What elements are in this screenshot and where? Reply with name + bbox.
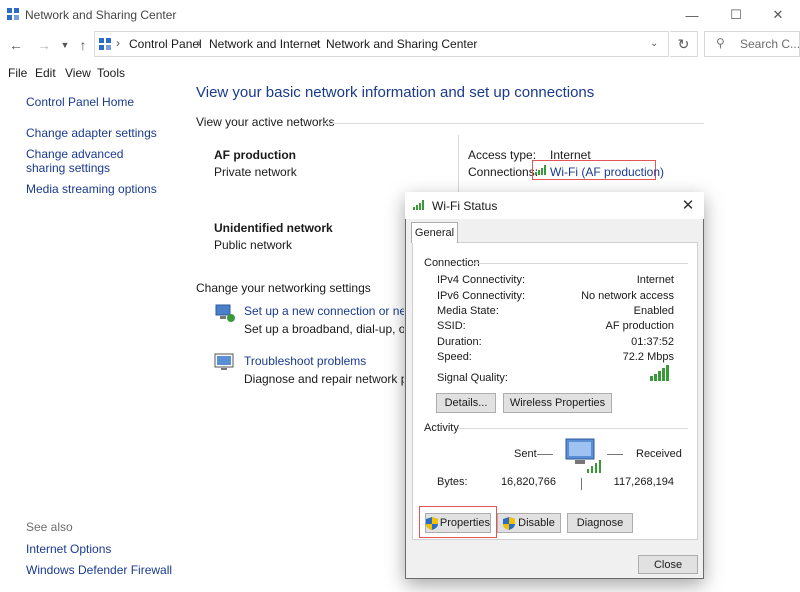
properties-button-label: Properties: [439, 517, 490, 529]
wifi-connection-link[interactable]: Wi-Fi (AF production): [550, 165, 664, 179]
sidebar-link-advanced-sharing[interactable]: Change advanced sharing settings: [26, 147, 161, 175]
chevron-down-icon: ▼: [60, 40, 70, 50]
sidebar-link-adapter-settings[interactable]: Change adapter settings: [26, 126, 157, 140]
ipv4-value: Internet: [636, 274, 674, 286]
general-tab-panel: [412, 242, 698, 540]
shield-icon: [426, 516, 438, 530]
bytes-sent-value: 16,820,766: [500, 476, 556, 488]
breadcrumb-separator: ›: [197, 36, 201, 50]
network-center-icon: [7, 8, 19, 20]
minimize-icon: —: [685, 7, 699, 23]
speed-value: 72.2 Mbps: [622, 351, 674, 363]
breadcrumb-separator: ›: [116, 36, 120, 50]
forward-button[interactable]: →: [34, 35, 54, 55]
access-type-label: Access type:: [468, 148, 537, 162]
menu-view[interactable]: View: [65, 66, 91, 80]
breadcrumb-control-panel[interactable]: Control Panel: [129, 37, 202, 51]
media-state-label: Media State:: [437, 305, 499, 317]
sent-label: Sent: [514, 448, 537, 460]
signal-quality-label: Signal Quality:: [437, 372, 508, 384]
sidebar-link-firewall[interactable]: Windows Defender Firewall: [26, 563, 172, 577]
network-computer-icon: [565, 438, 601, 473]
close-window-button[interactable]: ✕: [756, 0, 800, 30]
wireless-properties-button[interactable]: Wireless Properties: [503, 393, 612, 413]
close-icon: ✕: [681, 197, 695, 214]
up-arrow-icon: ↑: [79, 37, 87, 53]
breadcrumb-sharing-center[interactable]: Network and Sharing Center: [326, 37, 477, 51]
refresh-button[interactable]: ↻: [670, 31, 698, 57]
duration-value: 01:37:52: [631, 336, 674, 348]
dialog-close-button[interactable]: ✕: [678, 196, 698, 214]
see-also-label: See also: [26, 520, 73, 534]
signal-bars-icon: [650, 365, 669, 381]
divider: [472, 263, 688, 264]
disable-button-label: Disable: [518, 517, 555, 529]
search-icon: ⚲: [716, 36, 725, 50]
divider: [607, 454, 623, 455]
search-placeholder: Search C...: [740, 37, 800, 51]
menu-edit[interactable]: Edit: [35, 66, 56, 80]
active-networks-label: View your active networks: [196, 115, 335, 129]
page-title: View your basic network information and …: [196, 84, 595, 101]
breadcrumb-separator: ›: [314, 36, 318, 50]
tab-general[interactable]: General: [411, 222, 458, 243]
network-name: AF production: [214, 148, 296, 162]
control-panel-icon: [99, 38, 111, 50]
window-title: Network and Sharing Center: [25, 8, 177, 22]
media-state-value: Enabled: [633, 305, 674, 317]
connections-label: Connections:: [468, 165, 539, 179]
details-button[interactable]: Details...: [436, 393, 496, 413]
menu-file[interactable]: File: [8, 66, 27, 80]
ipv6-label: IPv6 Connectivity:: [437, 290, 526, 302]
ipv6-value: No network access: [581, 290, 674, 302]
wifi-signal-icon: [413, 200, 424, 210]
back-button[interactable]: ←: [6, 35, 26, 55]
forward-arrow-icon: →: [37, 37, 51, 53]
sidebar-link-control-panel-home[interactable]: Control Panel Home: [26, 95, 134, 109]
task-setup-connection-link[interactable]: Set up a new connection or network: [244, 304, 404, 318]
speed-label: Speed:: [437, 351, 472, 363]
troubleshoot-icon: [214, 353, 234, 370]
close-button[interactable]: Close: [638, 555, 698, 574]
change-settings-label: Change your networking settings: [196, 281, 371, 295]
maximize-button[interactable]: ☐: [714, 0, 758, 30]
ssid-value: AF production: [605, 320, 674, 332]
network-type: Private network: [214, 165, 297, 179]
refresh-icon: ↻: [677, 35, 690, 52]
ipv4-label: IPv4 Connectivity:: [437, 274, 526, 286]
duration-label: Duration:: [437, 336, 482, 348]
task-setup-connection-desc: Set up a broadband, dial-up, or VPN: [244, 322, 404, 336]
diagnose-button[interactable]: Diagnose: [567, 513, 633, 533]
dialog-title: Wi-Fi Status: [432, 199, 498, 213]
wifi-signal-icon: [535, 165, 546, 175]
task-troubleshoot-link[interactable]: Troubleshoot problems: [244, 354, 366, 368]
back-arrow-icon: ←: [9, 37, 23, 53]
menu-tools[interactable]: Tools: [97, 66, 125, 80]
divider: [322, 123, 704, 124]
shield-icon: [503, 516, 516, 530]
activity-group-label: Activity: [424, 422, 459, 434]
sidebar-link-internet-options[interactable]: Internet Options: [26, 542, 111, 556]
properties-button[interactable]: Properties: [425, 513, 491, 533]
address-dropdown-icon[interactable]: ⌄: [650, 38, 658, 49]
network-type: Public network: [214, 238, 293, 252]
divider: [537, 454, 553, 455]
bytes-label: Bytes:: [437, 476, 468, 488]
recent-locations-button[interactable]: ▼: [58, 35, 72, 55]
received-label: Received: [636, 448, 682, 460]
sidebar-link-media-streaming[interactable]: Media streaming options: [26, 182, 157, 196]
up-button[interactable]: ↑: [74, 35, 92, 55]
ssid-label: SSID:: [437, 320, 466, 332]
new-connection-icon: [215, 304, 235, 322]
divider: [458, 428, 688, 429]
network-name: Unidentified network: [214, 221, 333, 235]
bytes-received-value: 117,268,194: [613, 476, 674, 488]
divider: [581, 478, 582, 490]
minimize-button[interactable]: —: [670, 0, 714, 30]
maximize-icon: ☐: [730, 7, 742, 22]
disable-button[interactable]: Disable: [497, 513, 561, 533]
close-icon: ✕: [772, 7, 784, 22]
task-troubleshoot-desc: Diagnose and repair network problems: [244, 372, 404, 386]
breadcrumb-network-internet[interactable]: Network and Internet: [209, 37, 320, 51]
